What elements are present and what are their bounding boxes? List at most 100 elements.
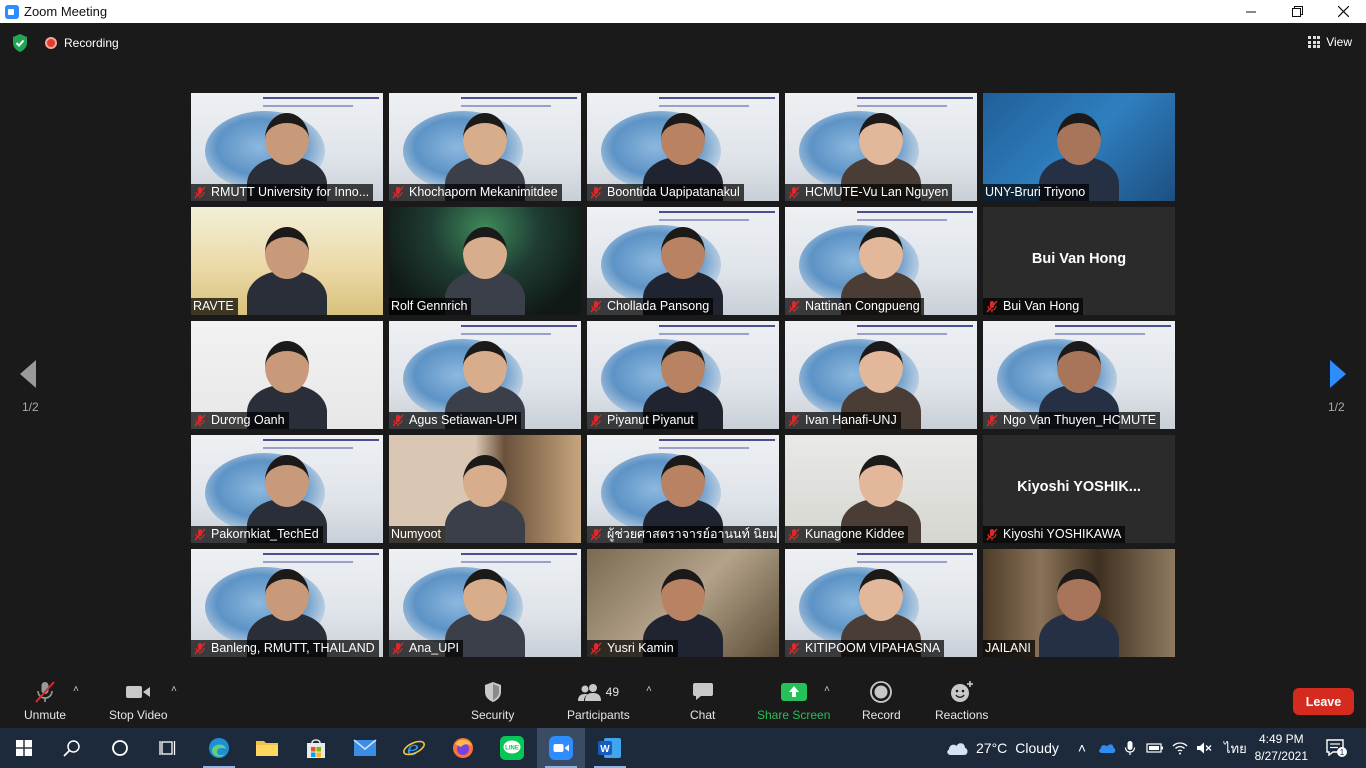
- participant-name: Chollada Pansong: [607, 299, 710, 313]
- mail-envelope-icon: [353, 739, 377, 756]
- muted-mic-icon: [193, 186, 207, 199]
- show-hidden-icons-chevron-icon[interactable]: ˄: [1074, 740, 1090, 756]
- participant-video-tile[interactable]: Ngo Van Thuyen_HCMUTE: [983, 321, 1175, 429]
- participant-video-tile[interactable]: JAILANI: [983, 549, 1175, 657]
- notification-icon: 1: [1326, 739, 1347, 757]
- maximize-button[interactable]: [1274, 0, 1320, 23]
- participant-name: Nattinan Congpueng: [805, 299, 920, 313]
- taskbar-zoom[interactable]: [537, 728, 585, 768]
- participant-name-label: Pakornkiat_TechEd: [191, 526, 323, 543]
- participant-video-tile[interactable]: Dương Oanh: [191, 321, 383, 429]
- start-button[interactable]: [0, 728, 48, 768]
- record-button[interactable]: Record: [862, 680, 901, 722]
- task-view-button[interactable]: [144, 728, 192, 768]
- weather-widget[interactable]: 27°C Cloudy: [945, 728, 1059, 768]
- leave-button[interactable]: Leave: [1293, 688, 1354, 715]
- onedrive-cloud-icon[interactable]: [1098, 742, 1116, 754]
- minimize-button[interactable]: [1228, 0, 1274, 23]
- participant-video-tile[interactable]: RMUTT University for Inno...: [191, 93, 383, 201]
- participant-video-tile[interactable]: ผู้ช่วยศาสตราจารย์อานนท์ นิยม...: [587, 435, 779, 543]
- next-page-arrow-icon[interactable]: [1330, 360, 1346, 388]
- participant-video-tile[interactable]: KITIPOOM VIPAHASNA: [785, 549, 977, 657]
- taskbar-edge[interactable]: [195, 728, 243, 768]
- participant-video-tile[interactable]: Chollada Pansong: [587, 207, 779, 315]
- participant-name-label: HCMUTE-Vu Lan Nguyen: [785, 184, 953, 201]
- participant-name-label: Khochaporn Mekanimitdee: [389, 184, 562, 201]
- muted-mic-icon: [985, 300, 999, 313]
- participant-video-tile[interactable]: RAVTE: [191, 207, 383, 315]
- participant-name: Rolf Gennrich: [391, 299, 468, 313]
- meeting-top-bar: Recording View: [0, 23, 1366, 63]
- previous-page-arrow-icon[interactable]: [20, 360, 36, 388]
- chat-button[interactable]: Chat: [690, 680, 715, 722]
- window-title: Zoom Meeting: [24, 4, 108, 19]
- participant-video-tile[interactable]: Nattinan Congpueng: [785, 207, 977, 315]
- participant-name-label: RAVTE: [191, 298, 238, 315]
- cloudy-weather-icon: [947, 743, 968, 755]
- taskbar-file-explorer[interactable]: [243, 728, 291, 768]
- taskbar-internet-explorer[interactable]: e: [390, 728, 438, 768]
- line-app-icon: LINE: [500, 736, 524, 760]
- participant-video-tile[interactable]: Agus Setiawan-UPI: [389, 321, 581, 429]
- participant-video-tile[interactable]: Numyoot: [389, 435, 581, 543]
- participant-video-tile[interactable]: Boontida Uapipatanakul: [587, 93, 779, 201]
- participants-options-caret-icon[interactable]: ˄: [646, 684, 652, 695]
- participant-video-tile[interactable]: Kunagone Kiddee: [785, 435, 977, 543]
- participant-video-tile[interactable]: Bui Van Hong Bui Van Hong: [983, 207, 1175, 315]
- encryption-shield-icon[interactable]: [11, 33, 29, 53]
- speaker-muted-icon[interactable]: [1196, 741, 1212, 755]
- video-options-caret-icon[interactable]: ˄: [171, 684, 177, 695]
- participant-video-tile[interactable]: Rolf Gennrich: [389, 207, 581, 315]
- taskbar-store[interactable]: [292, 728, 340, 768]
- participant-name-label: Ngo Van Thuyen_HCMUTE: [983, 412, 1161, 429]
- participant-video-tile[interactable]: Piyanut Piyanut: [587, 321, 779, 429]
- cortana-button[interactable]: [96, 728, 144, 768]
- unmute-label: Unmute: [24, 708, 67, 722]
- reactions-label: Reactions: [935, 708, 989, 722]
- audio-options-caret-icon[interactable]: ˄: [73, 684, 79, 695]
- windows-taskbar: e LINE W 27°C Cloudy ˄ ไทย 4:49 PM 8/27/…: [0, 728, 1366, 768]
- security-button[interactable]: Security: [471, 680, 514, 722]
- participant-name: UNY-Bruri Triyono: [985, 185, 1086, 199]
- participant-face: [463, 455, 507, 507]
- participants-count: 49: [605, 685, 620, 699]
- taskbar-firefox[interactable]: [439, 728, 487, 768]
- search-button[interactable]: [48, 728, 96, 768]
- taskbar-mail[interactable]: [341, 728, 389, 768]
- input-language[interactable]: ไทย: [1224, 738, 1247, 759]
- restore-icon: [1291, 6, 1303, 17]
- stop-video-button[interactable]: Stop Video: [109, 680, 168, 722]
- battery-icon[interactable]: [1146, 742, 1164, 754]
- participant-face: [265, 227, 309, 279]
- microphone-tray-icon[interactable]: [1124, 740, 1136, 756]
- participant-video-tile[interactable]: Kiyoshi YOSHIK... Kiyoshi YOSHIKAWA: [983, 435, 1175, 543]
- participant-video-tile[interactable]: Yusri Kamin: [587, 549, 779, 657]
- view-button[interactable]: View: [1308, 35, 1352, 49]
- unmute-button[interactable]: Unmute: [24, 680, 66, 722]
- share-screen-button[interactable]: Share Screen: [757, 680, 830, 722]
- participant-name: HCMUTE-Vu Lan Nguyen: [805, 185, 949, 199]
- view-label: View: [1326, 35, 1352, 49]
- taskbar-word[interactable]: W: [586, 728, 634, 768]
- participant-video-tile[interactable]: Ivan Hanafi-UNJ: [785, 321, 977, 429]
- participants-button[interactable]: 49 Participants: [567, 680, 630, 722]
- participant-face: [265, 455, 309, 507]
- participant-video-tile[interactable]: Khochaporn Mekanimitdee: [389, 93, 581, 201]
- participant-name-label: UNY-Bruri Triyono: [983, 184, 1090, 201]
- close-button[interactable]: [1320, 0, 1366, 23]
- participant-video-tile[interactable]: HCMUTE-Vu Lan Nguyen: [785, 93, 977, 201]
- participant-video-tile[interactable]: Ana_UPI: [389, 549, 581, 657]
- participant-video-tile[interactable]: UNY-Bruri Triyono: [983, 93, 1175, 201]
- notification-center-button[interactable]: 1: [1325, 728, 1347, 768]
- taskbar-line[interactable]: LINE: [488, 728, 536, 768]
- reactions-button[interactable]: Reactions: [935, 680, 988, 722]
- participant-face: [265, 341, 309, 393]
- recording-indicator[interactable]: Recording: [45, 36, 119, 50]
- reactions-emoji-icon: [950, 681, 973, 702]
- share-options-caret-icon[interactable]: ˄: [824, 684, 830, 695]
- clock[interactable]: 4:49 PM 8/27/2021: [1255, 731, 1308, 765]
- participant-video-tile[interactable]: Banleng, RMUTT, THAILAND: [191, 549, 383, 657]
- participant-name: JAILANI: [985, 641, 1031, 655]
- participant-video-tile[interactable]: Pakornkiat_TechEd: [191, 435, 383, 543]
- wifi-icon[interactable]: [1172, 741, 1188, 755]
